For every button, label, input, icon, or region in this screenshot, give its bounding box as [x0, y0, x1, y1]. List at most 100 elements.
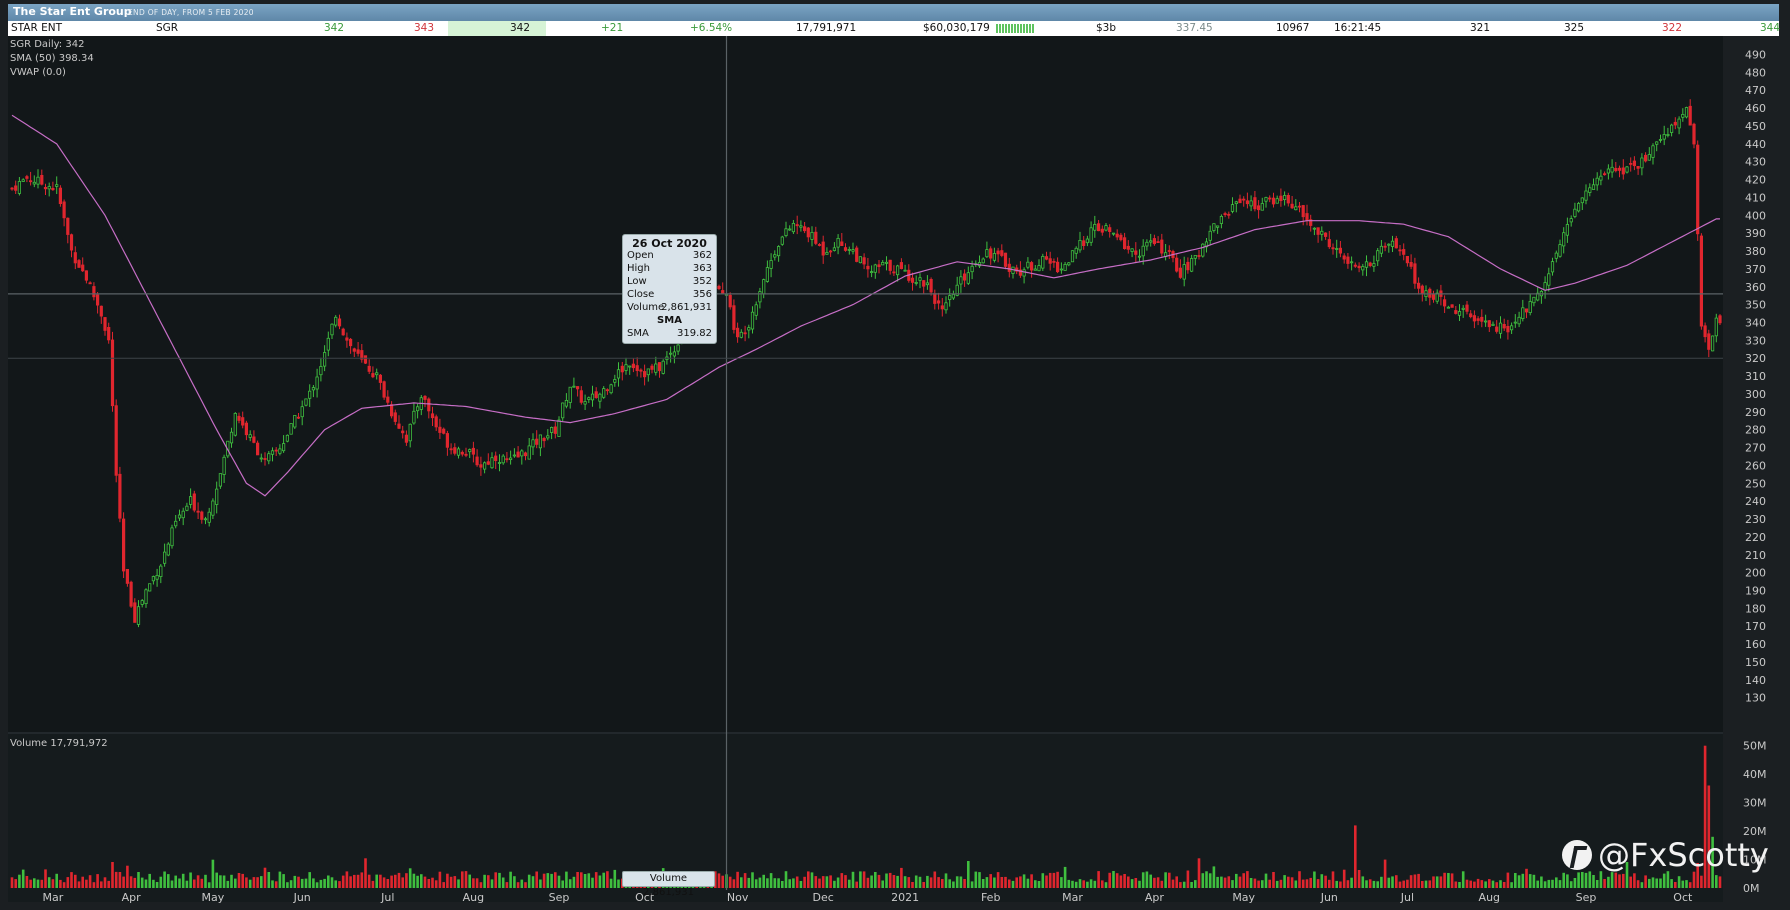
volume-bar: [572, 876, 576, 888]
volume-bar: [1022, 874, 1026, 888]
volume-bar: [1034, 880, 1037, 888]
volume-bar: [766, 878, 769, 888]
candle-body: [1059, 268, 1063, 271]
candle-body: [1130, 248, 1134, 252]
volume-bar: [163, 871, 166, 888]
candle-body: [375, 372, 379, 376]
volume-bar: [1372, 880, 1376, 888]
volume-bar: [1424, 880, 1428, 888]
candle-body: [1342, 255, 1346, 260]
volume-bar: [1607, 876, 1610, 888]
candle-body: [233, 412, 237, 436]
volume-bar: [1569, 881, 1573, 888]
volume-bar: [1688, 882, 1692, 888]
candle-body: [959, 276, 963, 285]
candle-body: [192, 493, 196, 511]
volume-bar: [1301, 879, 1305, 888]
x-tick-label: Aug: [463, 891, 484, 904]
x-tick-label: Apr: [1145, 891, 1165, 904]
volume-bar: [367, 874, 371, 888]
candle-body: [490, 457, 494, 469]
candle-body: [1614, 167, 1618, 172]
volume-bar: [449, 876, 453, 888]
volume-bar: [360, 872, 364, 888]
candle-body: [564, 399, 569, 407]
candle-body: [1268, 197, 1272, 200]
volume-bar: [948, 879, 951, 888]
volume-bar: [1197, 858, 1201, 888]
candle-body: [1368, 262, 1372, 266]
candle-body: [255, 442, 260, 456]
candle-body: [1498, 322, 1503, 334]
volume-bar: [1495, 882, 1498, 888]
volume-bar: [792, 878, 795, 888]
y-tick-label: 350: [1745, 299, 1766, 312]
candle-body: [624, 364, 628, 371]
volume-bar: [55, 873, 58, 888]
volume-bar: [126, 865, 129, 888]
candle-body: [40, 174, 44, 185]
volume-bar: [1659, 878, 1662, 888]
y-tick-label: 330: [1745, 334, 1766, 347]
candle-body: [1714, 317, 1718, 337]
candle-body: [88, 282, 92, 285]
volume-bar: [587, 873, 591, 888]
volume-bar: [207, 882, 211, 888]
volume-bar: [1030, 874, 1033, 888]
candle-body: [1528, 301, 1532, 314]
volume-bar: [1417, 873, 1420, 888]
candle-body: [1190, 258, 1194, 272]
candle-body: [929, 278, 933, 293]
volume-bar: [1715, 875, 1718, 888]
volume-bar: [754, 879, 758, 888]
volume-bar: [155, 882, 159, 888]
candle-body: [1003, 252, 1008, 267]
y-tick-label: 400: [1745, 209, 1766, 222]
volume-bar: [1636, 880, 1640, 888]
volume-bar: [234, 878, 237, 888]
volume-tick-label: 30M: [1743, 797, 1767, 810]
x-tick-label: Mar: [1062, 891, 1083, 904]
volume-bar: [263, 867, 267, 888]
candle-body: [925, 282, 930, 286]
candle-body: [1428, 288, 1432, 298]
volume-bar: [1432, 876, 1435, 888]
volume-bar: [252, 877, 256, 888]
candle-body: [248, 434, 252, 438]
price-pane: [8, 36, 1723, 732]
candle-body: [1469, 313, 1473, 318]
volume-bar: [1633, 873, 1636, 888]
volume-bar: [1514, 873, 1517, 888]
candle-body: [721, 290, 725, 294]
price-chart[interactable]: 130 140 150 160 170 180 190 200 210 220 230 240 250 2…: [0, 0, 1790, 910]
volume-bar: [1517, 875, 1521, 888]
volume-bar: [1592, 875, 1595, 888]
volume-bar: [237, 873, 241, 888]
volume-bar: [103, 877, 107, 888]
volume-bar: [1409, 875, 1413, 888]
volume-bar: [993, 877, 996, 888]
volume-bar: [1670, 879, 1673, 888]
ohlc-tooltip: 26 Oct 2020 Open 362 High 363 Low 352 Close…: [622, 234, 717, 344]
volume-bar: [967, 861, 970, 888]
volume-bar: [788, 879, 791, 888]
volume-bar: [866, 877, 870, 888]
candle-body: [1324, 232, 1328, 237]
x-tick-label: Jun: [293, 891, 311, 904]
volume-bar: [851, 871, 855, 888]
y-tick-label: 470: [1745, 84, 1766, 97]
candle-body: [326, 337, 330, 351]
candle-body: [1372, 263, 1376, 267]
candle-body: [304, 398, 308, 406]
volume-bar: [728, 876, 732, 888]
candle-body: [572, 385, 576, 388]
volume-bar: [1160, 880, 1164, 888]
candle-body: [527, 445, 531, 460]
candle-body: [1257, 205, 1261, 211]
candle-body: [1312, 227, 1316, 230]
volume-bar: [1294, 880, 1298, 888]
x-tick-label: Nov: [727, 891, 749, 904]
candle-body: [1711, 335, 1715, 352]
volume-bar: [1648, 878, 1651, 888]
candle-body: [1364, 261, 1369, 268]
